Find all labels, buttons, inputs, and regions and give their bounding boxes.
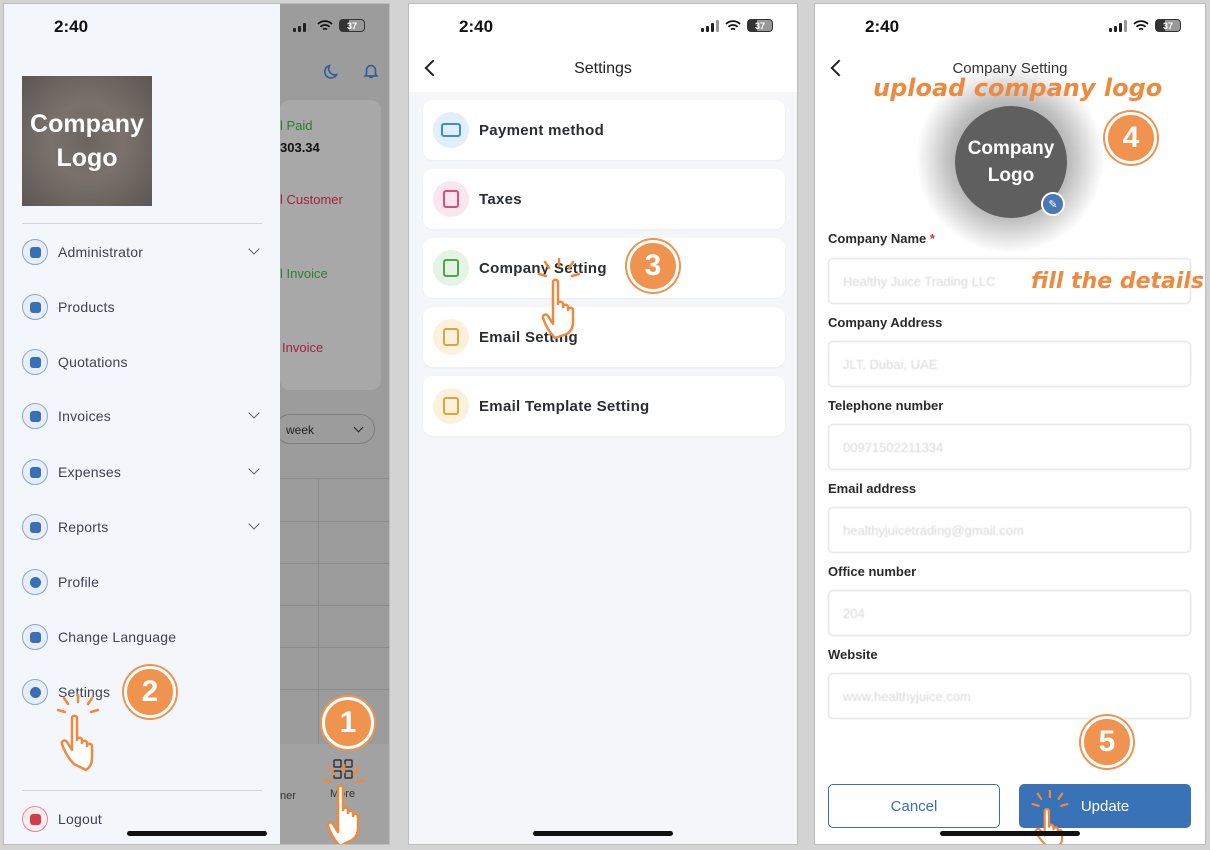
menu-item-profile[interactable]: Profile: [22, 566, 262, 598]
email-label: Email address: [828, 481, 917, 496]
tap-hand-icon: [322, 764, 366, 844]
company-logo: Company Logo: [22, 76, 152, 206]
tutorial-canvas: l Paid 303.34 l Customer l Invoice Invoi…: [0, 0, 1210, 850]
settings-item-email-setting[interactable]: Email Setting: [423, 307, 785, 367]
company-address-field[interactable]: JLT, Dubai, UAE: [828, 341, 1191, 387]
language-icon: [22, 624, 48, 650]
battery-icon: 37: [1155, 19, 1181, 32]
phone-company-setting-screen: 2:40 37 Company Setting CompanyLogo ✎ up…: [814, 3, 1206, 845]
chevron-down-icon: [248, 518, 260, 530]
signal-icon: [1109, 19, 1127, 32]
logout-icon: [22, 806, 48, 832]
wifi-icon: [317, 19, 333, 30]
menu-item-change-language[interactable]: Change Language: [22, 621, 262, 653]
taxes-icon: [433, 181, 469, 217]
email-field[interactable]: healthyjuicetrading@gmail.com: [828, 507, 1191, 553]
drawer-divider: [22, 223, 262, 224]
phone-settings-screen: 2:40 37 Settings Payment method Taxes Co…: [408, 3, 798, 845]
menu-item-reports[interactable]: Reports: [22, 511, 262, 543]
settings-item-email-template[interactable]: Email Template Setting: [423, 376, 785, 436]
step-badge: 3: [627, 240, 679, 292]
telephone-label: Telephone number: [828, 398, 944, 413]
edit-pencil-icon[interactable]: ✎: [1041, 192, 1065, 216]
home-indicator: [533, 831, 673, 836]
page-title: Settings: [574, 60, 632, 77]
paid-label: l Paid: [280, 118, 313, 133]
chevron-down-icon: [248, 463, 260, 475]
customer-label: l Customer: [280, 192, 343, 207]
email-template-icon: [433, 388, 469, 424]
settings-item-taxes[interactable]: Taxes: [423, 169, 785, 229]
battery-icon: 37: [747, 19, 773, 32]
company-name-label: Company Name *: [828, 231, 935, 246]
chevron-down-icon: [248, 407, 260, 419]
signal-icon: [701, 19, 719, 32]
menu-item-invoices[interactable]: Invoices: [22, 400, 262, 432]
battery-icon: 37: [339, 19, 365, 32]
quotations-icon: [22, 349, 48, 375]
wifi-icon: [725, 19, 741, 30]
dashboard-summary-card: l Paid 303.34 l Customer l Invoice Invoi…: [280, 100, 381, 390]
drawer-divider: [22, 790, 262, 791]
phone-drawer-screen: l Paid 303.34 l Customer l Invoice Invoi…: [3, 3, 390, 845]
home-indicator: [126, 831, 267, 836]
signal-icon: [293, 19, 311, 32]
invoices-icon: [22, 403, 48, 429]
side-drawer: Company Logo Administrator Products Quota…: [4, 4, 280, 844]
office-number-field[interactable]: 204: [828, 590, 1191, 636]
chevron-down-icon: [248, 243, 260, 255]
status-time: 2:40: [54, 17, 89, 36]
company-name-field[interactable]: Healthy Juice Trading LLC: [828, 258, 1191, 304]
expenses-icon: [22, 459, 48, 485]
chevron-down-icon: [353, 422, 364, 433]
home-indicator: [940, 831, 1080, 836]
settings-item-payment-method[interactable]: Payment method: [423, 100, 785, 160]
status-bar: 2:40 37: [815, 4, 1205, 48]
status-time: 2:40: [865, 17, 900, 36]
tap-hand-icon: [537, 258, 581, 340]
bell-icon: [363, 64, 379, 79]
invoice-label: l Invoice: [280, 266, 328, 281]
website-label: Website: [828, 647, 878, 662]
products-icon: [22, 294, 48, 320]
tap-hand-icon: [1031, 790, 1069, 844]
admin-icon: [22, 239, 48, 265]
step-badge: 2: [124, 666, 176, 718]
step-badge: 1: [322, 697, 374, 749]
payment-icon: [433, 112, 469, 148]
profile-icon: [22, 569, 48, 595]
settings-icon: [22, 679, 48, 705]
status-bar: 2:40 37: [409, 4, 797, 48]
tap-hand-icon: [56, 694, 100, 772]
company-address-label: Company Address: [828, 315, 943, 330]
cancel-button[interactable]: Cancel: [828, 784, 1000, 828]
moon-icon: [324, 64, 339, 79]
menu-item-expenses[interactable]: Expenses: [22, 456, 262, 488]
status-time: 2:40: [459, 17, 494, 36]
menu-item-products[interactable]: Products: [22, 291, 262, 323]
reports-icon: [22, 514, 48, 540]
email-setting-icon: [433, 319, 469, 355]
office-number-label: Office number: [828, 564, 917, 579]
nav-partial-label: ner: [280, 790, 296, 802]
settings-item-company-setting[interactable]: Company Setting: [423, 238, 785, 298]
wifi-icon: [1133, 19, 1149, 30]
paid-value: 303.34: [280, 140, 320, 155]
menu-item-quotations[interactable]: Quotations: [22, 346, 262, 378]
website-field[interactable]: www.healthyjuice.com: [828, 673, 1191, 719]
step-badge: 5: [1081, 716, 1133, 768]
period-filter[interactable]: week: [275, 414, 375, 444]
company-icon: [433, 250, 469, 286]
annotation-upload-logo: upload company logo: [873, 74, 1163, 102]
menu-item-administrator[interactable]: Administrator: [22, 236, 262, 268]
status-bar: 2:40 37: [4, 4, 389, 48]
step-badge: 4: [1105, 112, 1157, 164]
unpaid-invoice-label: Invoice: [282, 340, 324, 355]
telephone-field[interactable]: 00971502211334: [828, 424, 1191, 470]
